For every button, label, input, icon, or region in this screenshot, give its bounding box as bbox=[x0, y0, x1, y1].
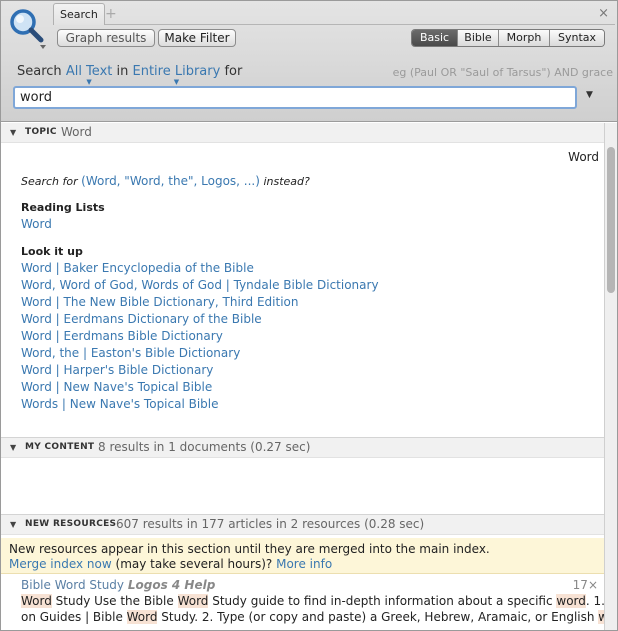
result-hit-count: 17× bbox=[572, 578, 598, 592]
mode-bible[interactable]: Bible bbox=[457, 30, 498, 46]
snippet-text: Study Use the Bible bbox=[51, 594, 178, 608]
merge-index-link[interactable]: Merge index now bbox=[9, 557, 112, 571]
chevron-down-icon: ▼ bbox=[173, 78, 180, 86]
lookup-link[interactable]: Word | Harper's Bible Dictionary bbox=[21, 363, 213, 377]
search-hit-highlight: word bbox=[556, 594, 586, 608]
scope-dropdown-label: All Text bbox=[65, 64, 113, 79]
search-scope-row: Search All Text ▼ in Entire Library ▼ for bbox=[17, 64, 243, 86]
result-title[interactable]: Bible Word Study Logos 4 Help bbox=[21, 578, 215, 592]
search-hit-highlight: Word bbox=[21, 594, 52, 608]
lookup-link[interactable]: Word, the | Easton's Bible Dictionary bbox=[21, 346, 240, 360]
result-article-title[interactable]: Bible Word Study bbox=[21, 578, 124, 592]
search-mode-segmented-control: Basic Bible Morph Syntax bbox=[411, 29, 605, 47]
scrollbar-thumb[interactable] bbox=[607, 147, 615, 293]
disclosure-triangle-icon[interactable]: ▼ bbox=[10, 128, 16, 137]
search-hit-highlight: Word bbox=[126, 610, 158, 624]
snippet-text: Study guide to find in-depth information… bbox=[208, 594, 557, 608]
results-pane: ▼ TOPIC Word Word Search for (Word, "Wor… bbox=[1, 123, 604, 630]
scope-dropdown[interactable]: All Text ▼ bbox=[65, 64, 113, 86]
disclosure-triangle-icon[interactable]: ▼ bbox=[10, 443, 16, 452]
new-resources-section-header[interactable]: ▼ NEW RESOURCES 607 results in 177 artic… bbox=[1, 514, 604, 535]
reading-list-link[interactable]: Word bbox=[21, 217, 52, 231]
snippet-text: on Guides | Bible bbox=[21, 610, 127, 624]
for-label: for bbox=[224, 64, 243, 79]
topic-label-right: Word bbox=[568, 150, 599, 164]
suggestion-link[interactable]: (Word, "Word, the", Logos, ...) bbox=[81, 174, 260, 188]
library-dropdown-label: Entire Library bbox=[132, 64, 221, 79]
mode-basic[interactable]: Basic bbox=[412, 30, 457, 46]
section-title: MY CONTENT bbox=[25, 442, 95, 452]
search-input[interactable] bbox=[13, 86, 577, 109]
section-title: NEW RESOURCES bbox=[25, 519, 117, 529]
snippet-text: . 1. Click bbox=[585, 594, 604, 608]
section-info: 8 results in 1 documents (0.27 sec) bbox=[98, 440, 311, 454]
lookup-link[interactable]: Word | Baker Encyclopedia of the Bible bbox=[21, 261, 254, 275]
my-content-section-header[interactable]: ▼ MY CONTENT 8 results in 1 documents (0… bbox=[1, 437, 604, 458]
result-snippet[interactable]: on Guides | Bible Word Study. 2. Type (o… bbox=[21, 610, 604, 624]
history-dropdown-icon[interactable]: ▼ bbox=[586, 90, 593, 100]
search-magnifier-icon[interactable] bbox=[7, 5, 49, 51]
library-dropdown[interactable]: Entire Library ▼ bbox=[132, 64, 221, 86]
topic-section-header[interactable]: ▼ TOPIC Word bbox=[1, 123, 604, 143]
lookup-link[interactable]: Word | The New Bible Dictionary, Third E… bbox=[21, 295, 298, 309]
look-it-up-heading: Look it up bbox=[21, 245, 83, 258]
search-suggestion: Search for (Word, "Word, the", Logos, ..… bbox=[21, 174, 310, 188]
lookup-link[interactable]: Word | Eerdmans Bible Dictionary bbox=[21, 329, 223, 343]
banner-actions: Merge index now (may take several hours)… bbox=[9, 557, 332, 571]
merge-index-banner: New resources appear in this section unt… bbox=[1, 538, 604, 574]
topic-name: Word bbox=[61, 125, 92, 139]
banner-message: New resources appear in this section unt… bbox=[9, 542, 490, 556]
lookup-link[interactable]: Word, Word of God, Words of God | Tyndal… bbox=[21, 278, 379, 292]
snippet-text: Study. 2. Type (or copy and paste) a Gre… bbox=[157, 610, 599, 624]
search-panel: Search + × Graph results Make Filter Bas… bbox=[0, 0, 618, 631]
make-filter-button[interactable]: Make Filter bbox=[158, 29, 236, 47]
section-info: 607 results in 177 articles in 2 resourc… bbox=[116, 517, 425, 531]
reading-lists-heading: Reading Lists bbox=[21, 201, 105, 214]
more-info-link[interactable]: More info bbox=[276, 557, 332, 571]
lookup-link[interactable]: Word | New Nave's Topical Bible bbox=[21, 380, 212, 394]
in-label: in bbox=[116, 64, 129, 79]
lookup-link[interactable]: Word | Eerdmans Dictionary of the Bible bbox=[21, 312, 262, 326]
suggestion-suffix: instead? bbox=[263, 175, 310, 188]
search-prefix-label: Search bbox=[17, 64, 62, 79]
mode-syntax[interactable]: Syntax bbox=[549, 30, 604, 46]
search-example-hint: eg (Paul OR "Saul of Tarsus") AND grace bbox=[392, 66, 613, 79]
tab-search[interactable]: Search bbox=[53, 3, 105, 25]
tab-strip: Search + × bbox=[53, 3, 615, 25]
merge-note: (may take several hours)? bbox=[115, 557, 273, 571]
search-hit-highlight: Word bbox=[177, 594, 209, 608]
close-icon[interactable]: × bbox=[598, 6, 609, 22]
result-source: Logos 4 Help bbox=[127, 578, 216, 592]
chevron-down-icon: ▼ bbox=[86, 78, 92, 86]
vertical-scrollbar[interactable] bbox=[604, 123, 617, 630]
lookup-link[interactable]: Words | New Nave's Topical Bible bbox=[21, 397, 219, 411]
result-snippet[interactable]: Word Study Use the Bible Word Study guid… bbox=[21, 594, 604, 608]
mode-morph[interactable]: Morph bbox=[498, 30, 549, 46]
disclosure-triangle-icon[interactable]: ▼ bbox=[10, 520, 16, 529]
suggestion-prefix: Search for bbox=[21, 175, 78, 188]
add-tab-icon[interactable]: + bbox=[105, 5, 117, 23]
search-toolbar: Search + × Graph results Make Filter Bas… bbox=[1, 1, 617, 122]
section-title: TOPIC bbox=[25, 127, 57, 137]
graph-results-button[interactable]: Graph results bbox=[57, 29, 155, 47]
